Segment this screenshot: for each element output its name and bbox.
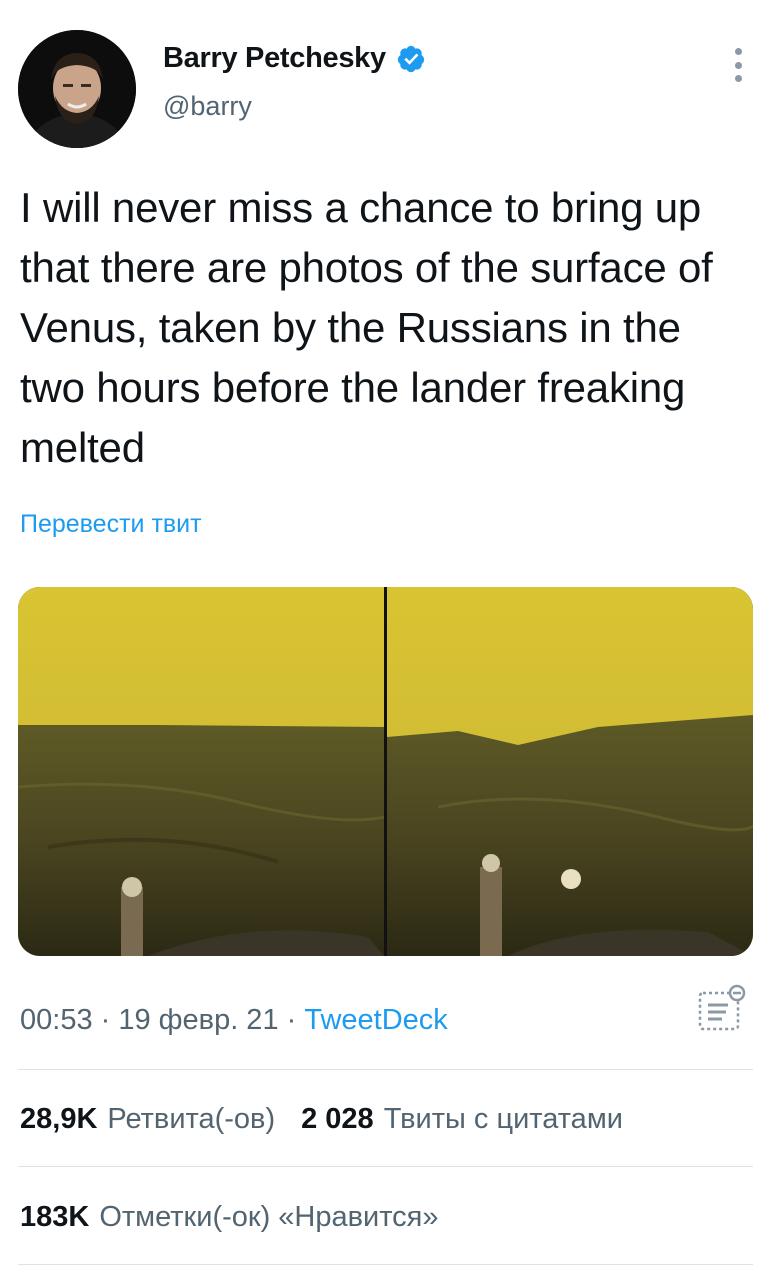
top-edge [0,0,778,6]
retweets-label: Ретвита(-ов) [107,1103,276,1135]
tweet-meta: 00:53 · 19 февр. 21 · TweetDeck [20,1004,448,1037]
tweet-source-link[interactable]: TweetDeck [304,1004,447,1037]
stats-row-likes: 183K Отметки(-ок) «Нравится» [20,1201,439,1234]
likes-count: 183K [20,1201,90,1233]
divider [18,1264,753,1265]
more-options-icon[interactable] [732,48,744,82]
likes-stat[interactable]: 183K Отметки(-ок) «Нравится» [20,1201,439,1234]
avatar-image [18,30,136,148]
tweet-date[interactable]: 19 февр. 21 [118,1004,278,1037]
meta-separator: · [278,1004,305,1036]
divider [18,1166,753,1167]
quotes-label: Твиты с цитатами [383,1103,623,1135]
retweets-count: 28,9K [20,1103,98,1135]
quotes-count: 2 028 [301,1103,374,1135]
meta-separator: · [92,1004,119,1036]
avatar[interactable] [18,30,136,148]
venus-surface-photo [18,587,753,956]
likes-label: Отметки(-ок) «Нравится» [99,1201,439,1233]
tweet-media[interactable] [18,587,753,956]
translate-tweet-link[interactable]: Перевести твит [20,510,202,539]
divider [18,1069,753,1070]
user-handle[interactable]: @barry [163,91,426,122]
quotes-stat[interactable]: 2 028 Твиты с цитатами [301,1103,623,1136]
analytics-icon[interactable] [696,983,746,1033]
verified-badge-icon [397,45,424,72]
display-name[interactable]: Barry Petchesky [163,42,386,75]
stats-row-retweets: 28,9K Ретвита(-ов) 2 028 Твиты с цитатам… [20,1103,623,1136]
retweets-stat[interactable]: 28,9K Ретвита(-ов) [20,1103,275,1136]
tweet-text: I will never miss a chance to bring up t… [20,184,713,471]
author-info: Barry Petchesky @barry [163,42,426,122]
tweet-time[interactable]: 00:53 [20,1004,93,1037]
